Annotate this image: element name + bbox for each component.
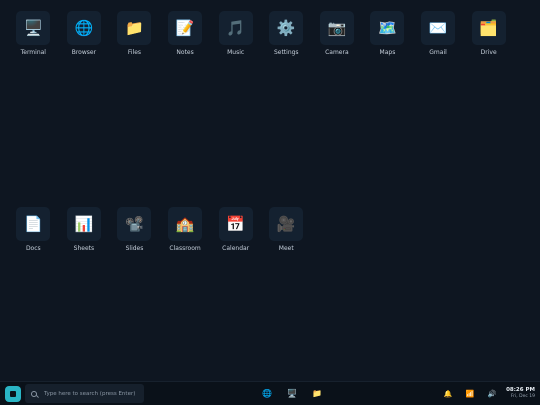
clock[interactable]: 08:26 PM Fri, Dec 19 [506,386,535,400]
app-camera[interactable]: 📷 Camera [312,11,363,56]
app-label: Classroom [169,245,201,252]
notepad-icon: 📝 [168,11,203,45]
globe-icon: 🌐 [66,11,101,45]
app-files[interactable]: 📁 Files [109,11,160,56]
folder-icon: 📁 [117,11,152,45]
clock-date: Fri, Dec 19 [510,394,535,399]
app-label: Drive [480,49,497,56]
camera-icon: 📷 [319,11,354,45]
app-meet[interactable]: 🎥 Meet [261,207,312,252]
app-notes[interactable]: 📝 Notes [160,11,211,56]
search-box[interactable] [25,384,144,403]
app-gmail[interactable]: ✉️ Gmail [413,11,464,56]
projector-icon: 📽️ [117,207,152,241]
pinned-files-folder-icon[interactable]: 📁 [309,386,325,402]
start-menu-icon [10,391,16,397]
start-button[interactable] [5,386,21,402]
app-label: Docs [25,245,41,252]
desktop-icon-row-2: 📄 Docs 📊 Sheets 📽️ Slides 🏫 Classroom 📅 … [8,207,312,252]
pinned-apps: 🌐 🖥️ 📁 [259,386,334,402]
desktop: 🖥️ Terminal 🌐 Browser 📁 Files 📝 Notes 🎵 … [0,0,540,381]
app-label: Maps [379,49,396,56]
app-label: Camera [325,49,349,56]
search-input[interactable] [44,390,144,397]
map-icon: 🗺️ [370,11,405,45]
speaker-icon[interactable]: 🔊 [485,386,499,402]
app-label: Terminal [20,49,46,56]
envelope-icon: ✉️ [421,11,456,45]
video-camera-icon: 🎥 [269,207,304,241]
clock-time: 08:26 PM [506,387,535,393]
taskbar: 🌐 🖥️ 📁 🔔 📶 🔊 08:26 PM Fri, Dec 19 [0,381,540,405]
bell-icon[interactable]: 🔔 [441,386,455,402]
app-settings[interactable]: ⚙️ Settings [261,11,312,56]
app-sheets[interactable]: 📊 Sheets [59,207,110,252]
pinned-browser-globe-icon[interactable]: 🌐 [259,386,275,402]
gear-icon: ⚙️ [269,11,304,45]
app-calendar[interactable]: 📅 Calendar [210,207,261,252]
app-classroom[interactable]: 🏫 Classroom [160,207,211,252]
pinned-terminal-icon[interactable]: 🖥️ [284,386,300,402]
app-drive[interactable]: 🗂️ Drive [463,11,514,56]
wifi-signal-icon[interactable]: 📶 [463,386,477,402]
app-label: Music [227,49,245,56]
search-icon [31,390,37,397]
app-label: Calendar [222,245,250,252]
school-icon: 🏫 [168,207,203,241]
app-slides[interactable]: 📽️ Slides [109,207,160,252]
terminal-icon: 🖥️ [16,11,51,45]
app-browser[interactable]: 🌐 Browser [59,11,110,56]
app-label: Notes [176,49,194,56]
desktop-icon-row-1: 🖥️ Terminal 🌐 Browser 📁 Files 📝 Notes 🎵 … [8,11,514,56]
spreadsheet-icon: 📊 [66,207,101,241]
app-label: Slides [125,245,144,252]
app-label: Settings [273,49,299,56]
app-music[interactable]: 🎵 Music [210,11,261,56]
app-label: Sheets [73,245,95,252]
document-icon: 📄 [16,207,51,241]
calendar-icon: 📅 [218,207,253,241]
system-tray: 🔔 📶 🔊 [441,386,507,402]
app-label: Meet [278,245,294,252]
drive-folder-icon: 🗂️ [471,11,506,45]
app-label: Files [127,49,142,56]
app-maps[interactable]: 🗺️ Maps [362,11,413,56]
music-note-icon: 🎵 [218,11,253,45]
app-terminal[interactable]: 🖥️ Terminal [8,11,59,56]
app-label: Gmail [429,49,447,56]
app-label: Browser [71,49,97,56]
app-docs[interactable]: 📄 Docs [8,207,59,252]
